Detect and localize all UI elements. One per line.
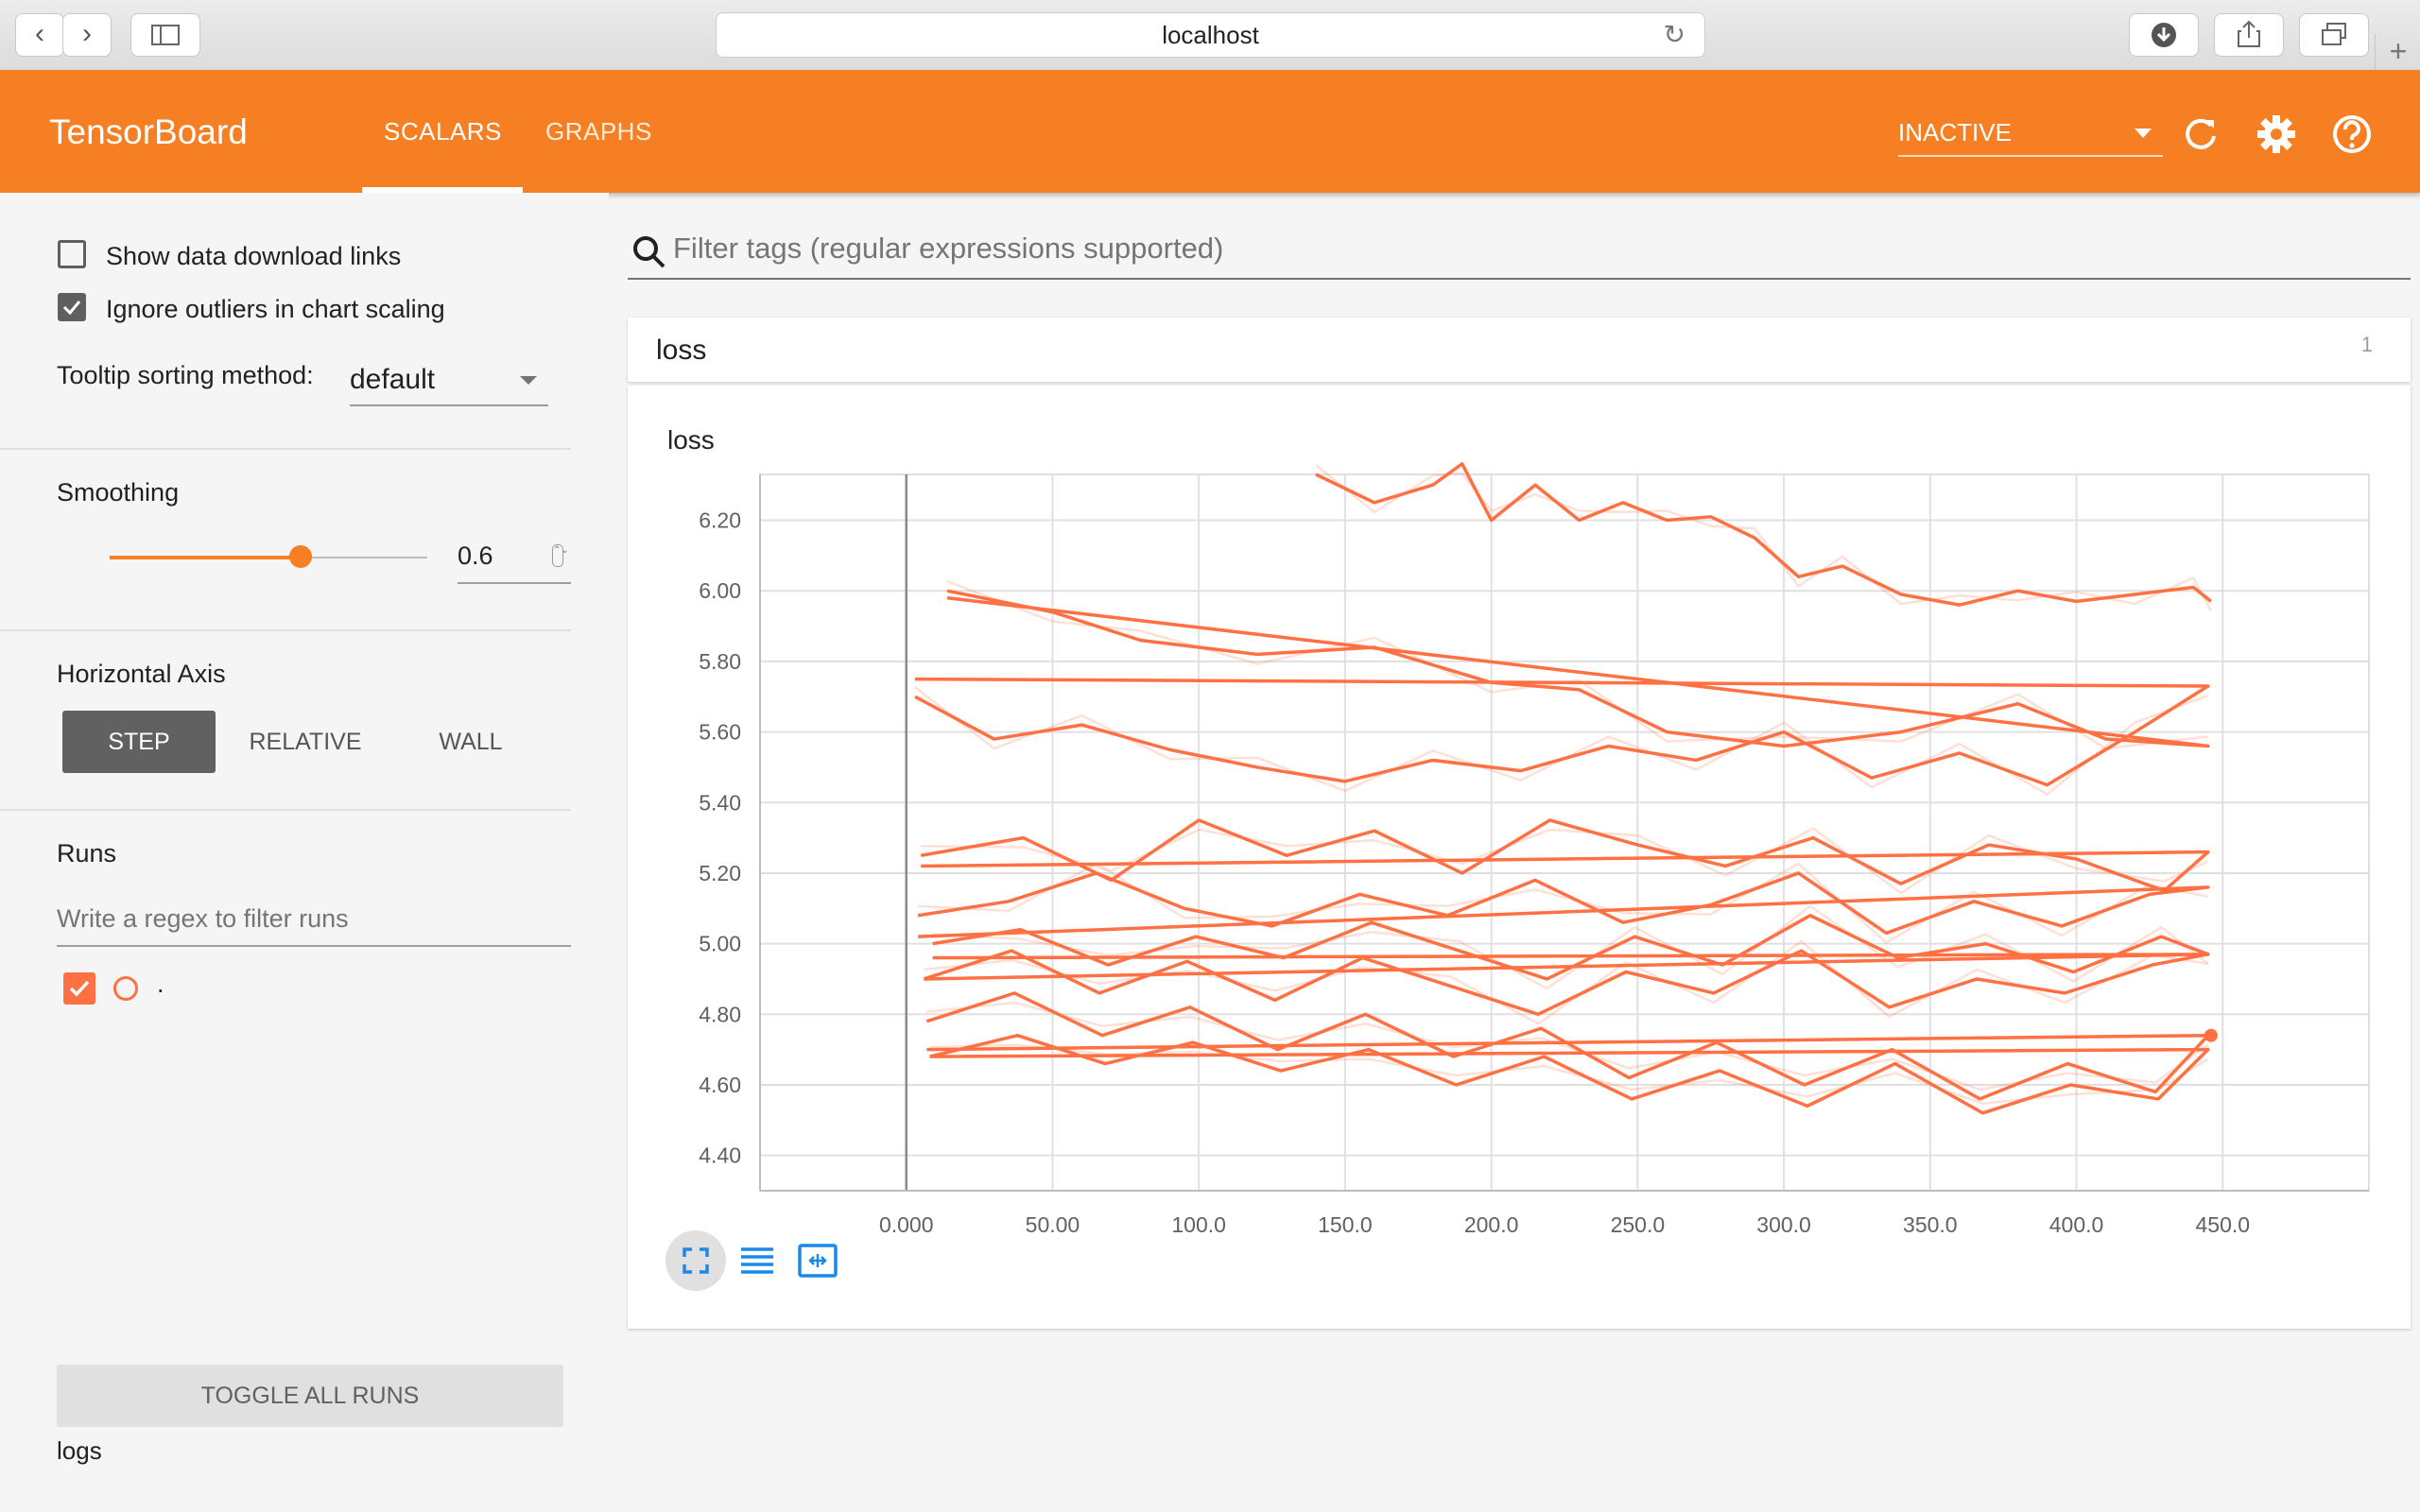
chart-card: loss 4.40 4.60 4.80 5.00 5.20 5.40 5.60 5.80 6.0…: [628, 386, 2411, 1329]
fit-domain-button[interactable]: [786, 1230, 847, 1291]
toggle-all-runs-button[interactable]: TOGGLE ALL RUNS: [57, 1365, 563, 1427]
category-name: loss: [656, 335, 707, 366]
sidebar-toggle-button[interactable]: [130, 13, 200, 57]
tooltip-sorting-value: default: [350, 364, 436, 395]
last-value-point: [2204, 1028, 2218, 1042]
divider: [0, 448, 571, 450]
smoothing-value: 0.6: [458, 541, 493, 570]
reload-icon[interactable]: ↻: [1664, 13, 1685, 57]
y-tick-label: 4.40: [699, 1143, 741, 1168]
x-tick-label: 450.0: [2195, 1212, 2250, 1237]
runs-label: Runs: [57, 839, 117, 868]
reload-icon[interactable]: [2178, 112, 2223, 157]
app-title: TensorBoard: [49, 112, 248, 151]
smoothing-slider-track[interactable]: [110, 545, 427, 568]
x-tick-label: 250.0: [1611, 1212, 1666, 1237]
loss-series-line: [932, 913, 2210, 981]
loss-line-chart[interactable]: 4.40 4.60 4.80 5.00 5.20 5.40 5.60 5.80 6.00 6.20…: [628, 386, 2411, 1329]
y-tick-label: 6.00: [699, 578, 741, 603]
fullscreen-icon: [683, 1247, 709, 1274]
inactive-plugins-dropdown[interactable]: INACTIVE: [1898, 110, 2163, 157]
y-tick-label: 5.60: [699, 720, 741, 745]
category-count: 1: [2360, 333, 2373, 356]
app-header: TensorBoard SCALARS GRAPHS INACTIVE: [0, 70, 2420, 193]
chevron-down-icon: [2135, 129, 2152, 138]
smoothing-slider-fill: [110, 556, 301, 559]
axis-wall-button[interactable]: WALL: [395, 711, 546, 773]
sidebar-icon: [151, 25, 180, 45]
runs-filter-placeholder: Write a regex to filter runs: [57, 904, 349, 933]
smoothing-slider-handle[interactable]: [288, 545, 312, 568]
checkmark-icon: [69, 980, 90, 997]
x-tick-label: 100.0: [1171, 1212, 1226, 1237]
logdir-label: logs: [57, 1436, 102, 1465]
ignore-outliers-checkbox[interactable]: [58, 293, 86, 321]
loss-series-line: [946, 589, 2210, 748]
x-tick-label: 400.0: [2049, 1212, 2104, 1237]
fit-to-data-icon: [798, 1244, 838, 1278]
tag-filter-input[interactable]: Filter tags (regular expressions support…: [673, 225, 2411, 278]
sidebar: Show data download links Ignore outliers…: [0, 193, 609, 1512]
category-header[interactable]: loss 1: [628, 318, 2411, 382]
checkmark-icon: [62, 301, 81, 316]
lines-icon: [741, 1247, 773, 1274]
tabs-icon: [2322, 23, 2346, 45]
chevron-down-icon: [520, 376, 537, 385]
divider: [0, 629, 571, 631]
tooltip-sorting-select[interactable]: default: [350, 355, 548, 406]
y-tick-label: 5.80: [699, 649, 741, 674]
show-download-links-label: Show data download links: [106, 242, 402, 270]
x-tick-label: 350.0: [1903, 1212, 1958, 1237]
browser-toolbar: ‹ › localhost ↻ +: [0, 0, 2420, 71]
share-icon: [2238, 20, 2260, 47]
axis-relative-button[interactable]: RELATIVE: [227, 711, 384, 773]
back-button[interactable]: ‹: [15, 13, 64, 57]
toggle-log-scale-button[interactable]: [726, 1230, 786, 1291]
tabs-overview-button[interactable]: [2299, 13, 2369, 57]
filter-underline: [628, 278, 2411, 280]
share-button[interactable]: [2214, 13, 2284, 57]
search-icon: [633, 236, 666, 268]
tab-scalars[interactable]: SCALARS: [384, 117, 502, 146]
run-checkbox[interactable]: [63, 972, 95, 1005]
help-icon[interactable]: [2329, 112, 2375, 157]
expand-chart-button[interactable]: [666, 1230, 726, 1291]
tag-filter-placeholder: Filter tags (regular expressions support…: [673, 232, 1224, 265]
ignore-outliers-label: Ignore outliers in chart scaling: [106, 295, 445, 323]
smoothing-label: Smoothing: [57, 478, 180, 507]
download-icon: [2152, 23, 2176, 47]
y-tick-label: 5.40: [699, 790, 741, 815]
url-text: localhost: [1162, 21, 1259, 49]
x-tick-label: 0.000: [879, 1212, 934, 1237]
axis-step-button[interactable]: STEP: [62, 711, 216, 773]
runs-filter-input[interactable]: Write a regex to filter runs: [57, 892, 571, 947]
loss-series-line: [917, 871, 2210, 938]
horizontal-axis-label: Horizontal Axis: [57, 660, 226, 688]
x-tick-label: 50.00: [1026, 1212, 1080, 1237]
y-tick-label: 6.20: [699, 508, 741, 533]
y-tick-label: 4.80: [699, 1002, 741, 1026]
spinner-icon[interactable]: ⌃⌄: [552, 544, 569, 567]
show-download-links-checkbox[interactable]: [58, 240, 86, 268]
download-button[interactable]: [2129, 13, 2199, 57]
tab-graphs[interactable]: GRAPHS: [545, 117, 652, 146]
raw-loss-line: [921, 827, 2209, 895]
dropdown-value: INACTIVE: [1898, 118, 2012, 146]
y-tick-label: 5.20: [699, 861, 741, 885]
x-tick-label: 150.0: [1318, 1212, 1373, 1237]
new-tab-button[interactable]: +: [2375, 34, 2420, 70]
y-tick-label: 4.60: [699, 1073, 741, 1097]
smoothing-value-input[interactable]: 0.6 ⌃⌄: [458, 529, 571, 584]
forward-button[interactable]: ›: [62, 13, 112, 57]
settings-icon[interactable]: [2254, 112, 2299, 157]
x-tick-label: 200.0: [1464, 1212, 1519, 1237]
y-tick-label: 5.00: [699, 932, 741, 956]
address-bar[interactable]: localhost ↻: [716, 12, 1705, 58]
run-color-icon[interactable]: [113, 976, 138, 1001]
tooltip-sorting-label: Tooltip sorting method:: [57, 361, 314, 389]
run-name: .: [157, 970, 164, 998]
x-tick-label: 300.0: [1756, 1212, 1811, 1237]
divider: [0, 809, 571, 811]
